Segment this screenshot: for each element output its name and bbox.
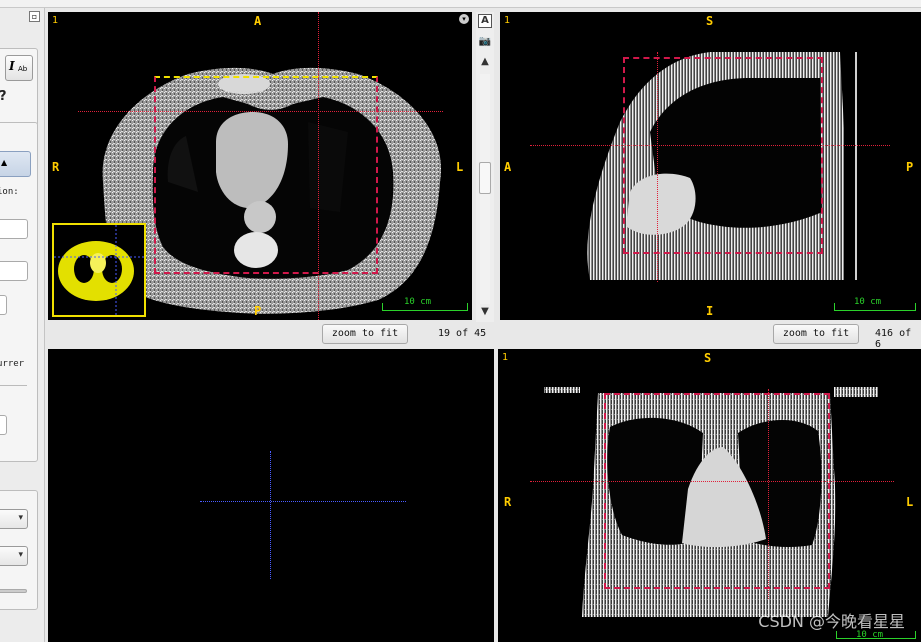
position-field-3[interactable] (0, 295, 7, 315)
zoom-to-fit-button[interactable]: zoom to fit (322, 324, 408, 344)
text-annotation-icon: I (9, 59, 15, 73)
sagittal-bottom-bar: zoom to fit 416 of 6 (500, 322, 921, 350)
slice-counter: 416 of 6 (875, 328, 912, 350)
axial-horizontal-crosshair[interactable] (78, 111, 443, 112)
orientation-top: S (704, 351, 712, 365)
help-icon[interactable]: ? (0, 89, 7, 104)
text-overlay-toggle-icon[interactable]: A (478, 14, 492, 28)
3d-horizontal-axis (200, 501, 406, 502)
position-label: ion: (0, 187, 19, 197)
properties-group: ▲ ion: urrer (0, 122, 38, 462)
scale-label: 10 cm (854, 297, 882, 307)
axial-vertical-crosshair[interactable] (318, 12, 319, 320)
view-index: 1 (504, 15, 511, 26)
zoom-to-fit-button[interactable]: zoom to fit (773, 324, 859, 344)
camera-icon[interactable]: 📷 (478, 36, 492, 50)
tool-icon-label: Ab (18, 65, 28, 73)
coronal-horizontal-crosshair[interactable] (530, 481, 894, 482)
current-label: urrer (0, 359, 25, 369)
sagittal-horizontal-crosshair[interactable] (530, 145, 890, 146)
view-index: 1 (502, 352, 509, 363)
dropdown-arrow-icon: ▾ (18, 550, 23, 560)
axial-crop-box[interactable] (154, 76, 378, 274)
sagittal-vertical-crosshair[interactable] (657, 52, 658, 282)
divider (0, 385, 27, 386)
axial-view[interactable]: 1 A R L P ▾ 10 cm (48, 12, 472, 320)
axial-minimap[interactable] (52, 223, 146, 317)
text-annotation-tool[interactable]: I Ab (5, 55, 33, 81)
cursor-icon: ▲ (1, 158, 8, 167)
orientation-bottom: P (254, 304, 262, 318)
coronal-view[interactable]: 1 S R L 10 cm CSDN @今晚看星星 (498, 349, 921, 642)
render-3d-view[interactable] (48, 349, 494, 642)
opacity-slider[interactable] (0, 589, 27, 593)
dropdown-arrow-icon: ▾ (18, 513, 23, 523)
mode-toggle[interactable]: ▲ (0, 151, 31, 177)
display-dropdown-1[interactable]: ▾ (0, 509, 28, 529)
scale-label: 10 cm (404, 297, 432, 307)
slice-scrollbar-thumb[interactable] (479, 162, 491, 194)
orientation-left: A (504, 160, 512, 174)
scroll-down-icon[interactable]: ▼ (478, 306, 492, 320)
axial-side-toolbar: A 📷 ▲ ▼ (476, 12, 494, 322)
position-field-2[interactable] (0, 261, 28, 281)
left-control-panel: ▫ I Ab ? ▲ ion: urrer ▾ ▾ (0, 8, 45, 642)
view-menu-icon[interactable]: ▾ (459, 14, 469, 24)
coronal-crop-box[interactable] (604, 393, 830, 589)
orientation-right: L (456, 160, 464, 174)
minimap-image (54, 225, 144, 315)
orientation-right: L (906, 495, 914, 509)
orientation-top: A (254, 14, 262, 28)
orientation-left: R (52, 160, 60, 174)
scroll-up-icon[interactable]: ▲ (478, 56, 492, 70)
axial-bottom-bar: zoom to fit 19 of 45 (48, 322, 496, 348)
slice-counter: 19 of 45 (438, 328, 487, 339)
watermark: CSDN @今晚看星星 (758, 612, 905, 631)
3d-vertical-axis (270, 451, 271, 579)
orientation-bottom: I (706, 304, 714, 318)
coronal-vertical-crosshair[interactable] (768, 389, 769, 599)
restore-icon[interactable]: ▫ (29, 11, 40, 22)
view-index: 1 (52, 15, 59, 26)
display-options-group: ▾ ▾ (0, 490, 38, 610)
tool-palette: I Ab ? (0, 48, 38, 126)
display-dropdown-2[interactable]: ▾ (0, 546, 28, 566)
orientation-top: S (706, 14, 714, 28)
orientation-right: P (906, 160, 914, 174)
position-field-1[interactable] (0, 219, 28, 239)
value-field[interactable] (0, 415, 7, 435)
sagittal-crop-box[interactable] (623, 57, 823, 254)
sagittal-view[interactable]: 1 S A P I 10 cm (500, 12, 921, 320)
orientation-left: R (504, 495, 512, 509)
top-toolbar-strip (0, 0, 921, 8)
